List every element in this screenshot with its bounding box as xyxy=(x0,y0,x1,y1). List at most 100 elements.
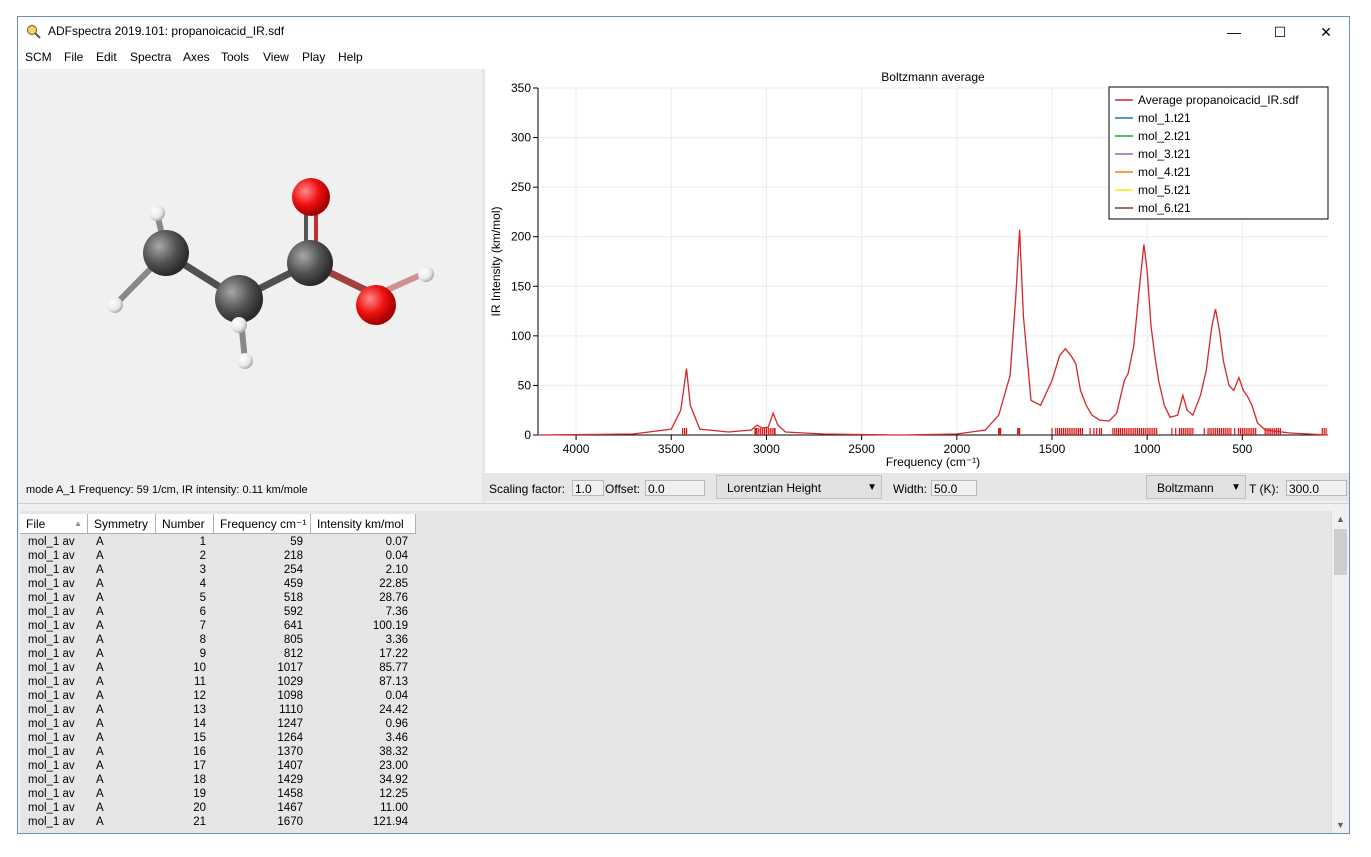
offset-label: Offset: xyxy=(605,482,641,496)
averaging-value: Boltzmann xyxy=(1157,481,1214,495)
menu-spectra[interactable]: Spectra xyxy=(130,50,171,64)
scroll-down-icon[interactable]: ▼ xyxy=(1332,817,1349,833)
table-cell: 12 xyxy=(193,690,206,702)
y-tick-label: 300 xyxy=(511,131,531,145)
menu-edit[interactable]: Edit xyxy=(96,50,117,64)
menu-view[interactable]: View xyxy=(263,50,289,64)
table-cell: 23.00 xyxy=(379,760,408,772)
table-row[interactable]: mol_1 av A 14 1247 0.96 xyxy=(20,717,416,731)
menu-help[interactable]: Help xyxy=(338,50,363,64)
table-cell: 17.22 xyxy=(379,648,408,660)
menu-file[interactable]: File xyxy=(64,50,83,64)
scaling-factor-label: Scaling factor: xyxy=(489,482,566,496)
table-row[interactable]: mol_1 av A 16 1370 38.32 xyxy=(20,745,416,759)
table-row[interactable]: mol_1 av A 13 1110 24.42 xyxy=(20,703,416,717)
spectrum-chart[interactable]: 4000 3500 3000 2500 2000 1500 1000 500 0 50 100 150… xyxy=(485,69,1350,473)
table-cell: 1370 xyxy=(277,746,303,758)
table-cell: A xyxy=(96,536,104,548)
menu-scm[interactable]: SCM xyxy=(25,50,52,64)
legend-item: mol_1.t21 xyxy=(1138,111,1191,125)
minimize-button[interactable]: — xyxy=(1211,17,1257,47)
table-row[interactable]: mol_1 av A 2 218 0.04 xyxy=(20,549,416,563)
propanoic-acid-molecule[interactable] xyxy=(20,69,478,503)
x-tick-label: 1000 xyxy=(1134,442,1161,456)
table-cell: mol_1 av xyxy=(28,606,75,618)
table-row[interactable]: mol_1 av A 11 1029 87.13 xyxy=(20,675,416,689)
table-cell: mol_1 av xyxy=(28,746,75,758)
lineshape-value: Lorentzian Height xyxy=(727,481,822,495)
table-row[interactable]: mol_1 av A 1 59 0.07 xyxy=(20,535,416,549)
table-row[interactable]: mol_1 av A 5 518 28.76 xyxy=(20,591,416,605)
x-tick-label: 500 xyxy=(1232,442,1252,456)
table-cell: 0.96 xyxy=(385,718,408,730)
menu-tools[interactable]: Tools xyxy=(221,50,249,64)
carbon-atom xyxy=(215,275,263,323)
table-cell: 1029 xyxy=(277,676,303,688)
table-cell: mol_1 av xyxy=(28,690,75,702)
column-header-symmetry[interactable]: Symmetry xyxy=(88,514,156,534)
molecule-viewer[interactable] xyxy=(20,69,478,503)
frequency-table[interactable]: File ▲ Symmetry Number Frequency cm⁻¹ In… xyxy=(20,511,1349,833)
lineshape-select[interactable]: Lorentzian Height ▼ xyxy=(716,475,882,499)
table-row[interactable]: mol_1 av A 21 1670 121.94 xyxy=(20,815,416,829)
table-row[interactable]: mol_1 av A 3 254 2.10 xyxy=(20,563,416,577)
hydrogen-atom xyxy=(418,266,434,282)
table-row[interactable]: mol_1 av A 18 1429 34.92 xyxy=(20,773,416,787)
table-scrollbar[interactable]: ▲ ▼ xyxy=(1331,511,1349,833)
legend-item: mol_3.t21 xyxy=(1138,147,1191,161)
table-row[interactable]: mol_1 av A 10 1017 85.77 xyxy=(20,661,416,675)
column-header-file[interactable]: File ▲ xyxy=(20,514,88,534)
table-cell: 14 xyxy=(193,718,206,730)
table-row[interactable]: mol_1 av A 8 805 3.36 xyxy=(20,633,416,647)
table-cell: A xyxy=(96,788,104,800)
spectrum-plot[interactable]: 4000 3500 3000 2500 2000 1500 1000 500 0 50 100 150… xyxy=(485,69,1350,473)
scrollbar-thumb[interactable] xyxy=(1334,529,1347,575)
table-cell: 87.13 xyxy=(379,676,408,688)
table-row[interactable]: mol_1 av A 4 459 22.85 xyxy=(20,577,416,591)
series-line-average xyxy=(537,229,1329,436)
hydrogen-atom xyxy=(237,353,253,369)
scroll-up-icon[interactable]: ▲ xyxy=(1332,511,1349,527)
table-cell: 0.04 xyxy=(385,690,408,702)
close-button[interactable]: ✕ xyxy=(1303,17,1349,47)
offset-input[interactable]: 0.0 xyxy=(645,480,705,496)
scaling-factor-input[interactable]: 1.0 xyxy=(572,480,604,496)
table-cell: mol_1 av xyxy=(28,662,75,674)
column-header-intensity[interactable]: Intensity km/mol xyxy=(311,514,416,534)
column-header-number[interactable]: Number xyxy=(156,514,214,534)
table-row[interactable]: mol_1 av A 19 1458 12.25 xyxy=(20,787,416,801)
menu-axes[interactable]: Axes xyxy=(183,50,210,64)
table-cell: 100.19 xyxy=(372,620,408,632)
menu-play[interactable]: Play xyxy=(302,50,325,64)
table-cell: 805 xyxy=(283,634,303,646)
y-tick-label: 200 xyxy=(511,230,531,244)
y-tick-label: 100 xyxy=(511,329,531,343)
table-row[interactable]: mol_1 av A 12 1098 0.04 xyxy=(20,689,416,703)
maximize-button[interactable]: ☐ xyxy=(1257,17,1303,47)
table-cell: 1407 xyxy=(277,760,303,772)
table-cell: mol_1 av xyxy=(28,634,75,646)
table-row[interactable]: mol_1 av A 15 1264 3.46 xyxy=(20,731,416,745)
table-row[interactable]: mol_1 av A 6 592 7.36 xyxy=(20,605,416,619)
table-row[interactable]: mol_1 av A 9 812 17.22 xyxy=(20,647,416,661)
column-header-label: File xyxy=(26,517,46,531)
table-row[interactable]: mol_1 av A 17 1407 23.00 xyxy=(20,759,416,773)
table-row[interactable]: mol_1 av A 20 1467 11.00 xyxy=(20,801,416,815)
table-cell: 518 xyxy=(283,592,303,604)
column-header-frequency[interactable]: Frequency cm⁻¹ xyxy=(214,514,311,534)
averaging-select[interactable]: Boltzmann ▼ xyxy=(1146,475,1246,499)
table-cell: 1429 xyxy=(277,774,303,786)
table-cell: 5 xyxy=(199,592,206,604)
table-cell: 19 xyxy=(193,788,206,800)
temperature-input[interactable]: 300.0 xyxy=(1286,480,1347,496)
width-input[interactable]: 50.0 xyxy=(931,480,977,496)
table-row[interactable]: mol_1 av A 7 641 100.19 xyxy=(20,619,416,633)
table-cell: mol_1 av xyxy=(28,760,75,772)
table-cell: mol_1 av xyxy=(28,536,75,548)
table-cell: 4 xyxy=(199,578,206,590)
table-cell: 24.42 xyxy=(379,704,408,716)
table-cell: 592 xyxy=(283,606,303,618)
y-axis-label: IR Intensity (km/mol) xyxy=(489,206,503,316)
table-cell: 10 xyxy=(193,662,206,674)
x-tick-label: 3500 xyxy=(658,442,685,456)
